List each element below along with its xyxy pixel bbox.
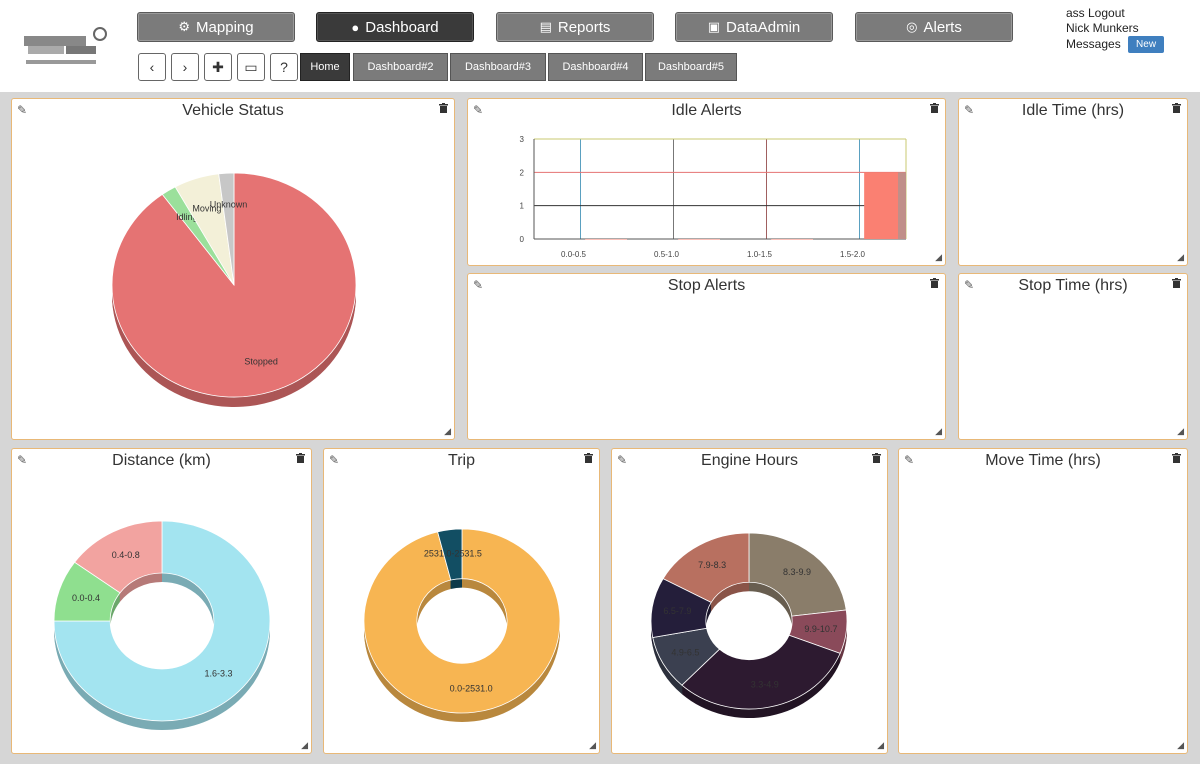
data-admin-icon: ▣ — [708, 19, 720, 35]
resize-handle-icon[interactable]: ◢ — [1177, 740, 1184, 751]
panel-title: Stop Time (hrs) — [959, 277, 1187, 295]
user-name: Nick Munkers — [1066, 21, 1164, 36]
chart: 0.0-2531.0 2531.0-2531.5 — [324, 449, 601, 755]
trash-icon[interactable] — [1172, 453, 1181, 463]
trash-icon[interactable] — [930, 278, 939, 288]
tab-home[interactable]: Home — [300, 53, 350, 81]
pencil-icon[interactable]: ✎ — [964, 278, 974, 292]
move-time-panel: Move Time (hrs)✎ ◢ — [898, 448, 1188, 754]
y-tick-label: 3 — [520, 135, 525, 144]
engine-hours-panel: Engine Hours✎◢8.3-9.99.9-10.73.3-4.94.9-… — [611, 448, 888, 754]
bar-0.0-0.5[interactable] — [585, 239, 627, 240]
trash-icon[interactable] — [1172, 103, 1181, 113]
idle-alerts-panel: Idle Alerts✎◢01230.0-0.50.5-1.01.0-1.51.… — [467, 98, 946, 266]
report-icon: ▤ — [540, 19, 552, 35]
pencil-icon[interactable]: ✎ — [964, 103, 974, 117]
forward-button[interactable]: › — [171, 53, 199, 81]
slice-label: Unknown — [210, 200, 248, 210]
stop-time-panel: Stop Time (hrs)✎ ◢ — [958, 273, 1188, 440]
company-logo — [22, 22, 114, 72]
dashboard-icon: ● — [351, 20, 359, 35]
distance-panel: Distance (km)✎◢1.6-3.30.0-0.40.4-0.8 — [11, 448, 312, 754]
panel-title: Move Time (hrs) — [899, 452, 1187, 470]
nav-dashboard-button[interactable]: ● Dashboard — [316, 12, 474, 42]
idle-time-panel: Idle Time (hrs)✎ ◢ — [958, 98, 1188, 266]
x-tick-label: 0.0-0.5 — [561, 250, 586, 259]
slice-label: 9.9-10.7 — [804, 624, 837, 634]
messages-label: Messages — [1066, 37, 1121, 51]
pencil-icon[interactable]: ✎ — [904, 453, 914, 467]
user-box: ass Logout Nick Munkers Messages New — [1066, 6, 1164, 53]
resize-handle-icon[interactable]: ◢ — [935, 426, 942, 437]
tab-dashboard4[interactable]: Dashboard#4 — [548, 53, 643, 81]
tab-dashboard2[interactable]: Dashboard#2 — [353, 53, 448, 81]
slice-label: 6.5-7.9 — [663, 606, 691, 616]
y-tick-label: 2 — [520, 168, 525, 177]
slice-label: 3.3-4.9 — [751, 680, 779, 690]
tab-dashboard3[interactable]: Dashboard#3 — [450, 53, 546, 81]
back-button[interactable]: ‹ — [138, 53, 166, 81]
help-button[interactable]: ? — [270, 53, 298, 81]
nav-dataadmin-button[interactable]: ▣ DataAdmin — [675, 12, 833, 42]
trip-panel: Trip✎◢0.0-2531.02531.0-2531.5 — [323, 448, 600, 754]
chart: 8.3-9.9 9.9-10.7 3.3-4.9 4.9-6.5 6.5-7.9 7.9-… — [612, 449, 889, 755]
move-button[interactable]: ✚ — [204, 53, 232, 81]
nav-mapping-button[interactable]: ⚙ Mapping — [137, 12, 295, 42]
tab-dashboard5[interactable]: Dashboard#5 — [645, 53, 737, 81]
panel-title: Stop Alerts — [468, 277, 945, 295]
x-tick-label: 0.5-1.0 — [654, 250, 679, 259]
x-tick-label: 1.5-2.0 — [840, 250, 865, 259]
slice-label: 7.9-8.3 — [698, 560, 726, 570]
bar-0.5-1.0[interactable] — [678, 239, 720, 240]
new-messages-button[interactable]: New — [1128, 36, 1164, 53]
nav-label: Alerts — [924, 19, 962, 36]
y-tick-label: 1 — [520, 202, 525, 211]
y-tick-label: 0 — [520, 235, 525, 244]
nav-label: Dashboard — [365, 19, 438, 36]
logout-link[interactable]: ass Logout — [1066, 6, 1164, 21]
x-tick-label: 1.0-1.5 — [747, 250, 772, 259]
slice-label: 2531.0-2531.5 — [424, 548, 482, 558]
chart: 1.6-3.3 0.0-0.4 0.4-0.8 — [12, 449, 313, 755]
slice-label: 0.4-0.8 — [112, 550, 140, 560]
resize-handle-icon[interactable]: ◢ — [1177, 426, 1184, 437]
nav-alerts-button[interactable]: ◎ Alerts — [855, 12, 1013, 42]
slice-label: 8.3-9.9 — [783, 567, 811, 577]
trash-icon[interactable] — [1172, 278, 1181, 288]
pencil-icon[interactable]: ✎ — [473, 278, 483, 292]
resize-handle-icon[interactable]: ◢ — [1177, 252, 1184, 263]
panel-title: Idle Time (hrs) — [959, 102, 1187, 120]
slice-label: 0.0-2531.0 — [450, 684, 493, 694]
nav-reports-button[interactable]: ▤ Reports — [496, 12, 654, 42]
nav-label: DataAdmin — [726, 19, 800, 36]
slice-label: 0.0-0.4 — [72, 593, 100, 603]
stop-alerts-panel: Stop Alerts✎ ◢ — [467, 273, 946, 440]
chart: 0 1 2 3 0.0-0.5 0.5-1.0 1.0-1.5 1.5-2.0 — [468, 99, 947, 267]
chart: StoppedIdlingMovingUnknown — [12, 99, 456, 441]
nav-label: Mapping — [196, 19, 254, 36]
nav-label: Reports — [558, 19, 611, 36]
bar-1.0-1.5[interactable] — [771, 239, 813, 240]
slice-label: Stopped — [244, 357, 278, 367]
slice-label: 4.9-6.5 — [671, 647, 699, 657]
vehicle-status-panel: Vehicle Status✎◢StoppedIdlingMovingUnkno… — [11, 98, 455, 440]
globe-icon: ⚙ — [178, 19, 190, 35]
slice-label: 1.6-3.3 — [204, 668, 232, 678]
alert-icon: ◎ — [906, 19, 917, 35]
window-button[interactable]: ▭ — [237, 53, 265, 81]
top-bar: ⚙ Mapping ● Dashboard ▤ Reports ▣ DataAdmin ◎ Ale… — [0, 0, 1200, 92]
